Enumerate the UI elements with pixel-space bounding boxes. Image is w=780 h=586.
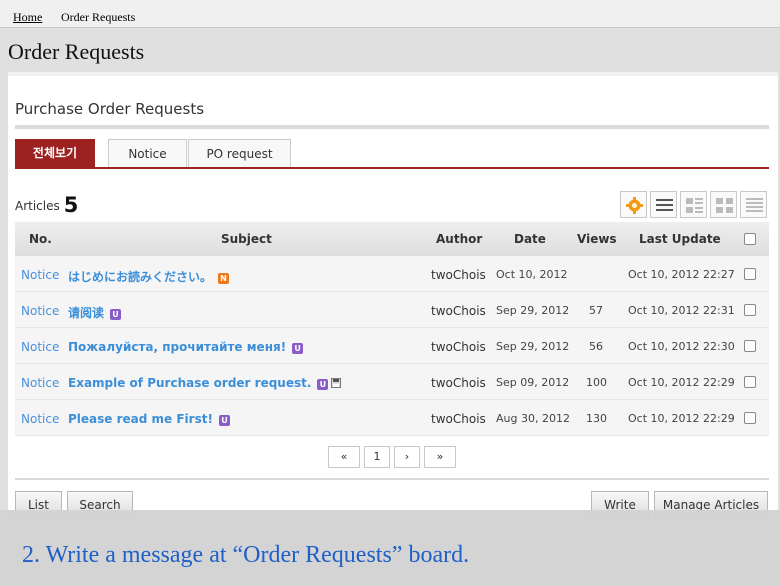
tab-underline: [15, 167, 769, 169]
row-checkbox[interactable]: [744, 376, 756, 388]
select-all-checkbox[interactable]: [744, 233, 756, 245]
row-notice-label[interactable]: Notice: [21, 340, 59, 354]
breadcrumb-home-link[interactable]: Home: [13, 10, 42, 25]
breadcrumb: Home Order Requests: [0, 0, 780, 28]
row-author[interactable]: twoChois: [431, 304, 486, 318]
table-row: Notice はじめにお読みください。 N twoChois Oct 10, 20…: [15, 256, 769, 292]
settings-button[interactable]: [620, 191, 647, 218]
row-date: Aug 30, 2012: [496, 412, 570, 425]
row-subject-link[interactable]: はじめにお読みください。 N: [68, 268, 230, 285]
header-subject: Subject: [221, 232, 272, 246]
tab-po-request[interactable]: PO request: [188, 139, 291, 168]
list-view-button[interactable]: [650, 191, 677, 218]
row-author[interactable]: twoChois: [431, 268, 486, 282]
gear-icon: [626, 197, 643, 214]
row-views: 100: [586, 376, 607, 389]
row-notice-label[interactable]: Notice: [21, 304, 59, 318]
updated-badge-icon: U: [292, 343, 304, 354]
compact-list-icon: [746, 198, 763, 212]
header-author: Author: [436, 232, 483, 246]
updated-badge-icon: U: [218, 415, 230, 426]
footer-divider: [15, 478, 769, 480]
next-page-button[interactable]: ›: [394, 446, 420, 468]
row-author[interactable]: twoChois: [431, 340, 486, 354]
row-date: Sep 29, 2012: [496, 340, 570, 353]
row-subject-link[interactable]: 请阅读 U: [68, 304, 122, 321]
gallery-view-icon: [716, 198, 733, 213]
header-no: No.: [29, 232, 52, 246]
table-header: No. Subject Author Date Views Last Updat…: [15, 222, 769, 256]
updated-badge-icon: U: [110, 309, 122, 320]
header-date: Date: [514, 232, 546, 246]
row-checkbox[interactable]: [744, 268, 756, 280]
articles-label: Articles: [15, 199, 60, 213]
list-view-icon: [656, 199, 673, 211]
table-row: Notice Please read me First! U twoChois A…: [15, 400, 769, 436]
row-author[interactable]: twoChois: [431, 376, 486, 390]
compact-list-button[interactable]: [740, 191, 767, 218]
row-last-update: Oct 10, 2012 22:30: [628, 340, 735, 353]
header-last-update: Last Update: [639, 232, 721, 246]
row-views: 57: [589, 304, 603, 317]
row-date: Sep 29, 2012: [496, 304, 570, 317]
table-row: Notice 请阅读 U twoChois Sep 29, 2012 57 Oct…: [15, 292, 769, 328]
articles-number: 5: [63, 193, 79, 217]
row-checkbox[interactable]: [744, 412, 756, 424]
page-title: Order Requests: [8, 39, 145, 64]
attachment-icon: [331, 378, 342, 388]
row-last-update: Oct 10, 2012 22:29: [628, 376, 735, 389]
row-subject-link[interactable]: Please read me First! U: [68, 412, 230, 426]
section-title: Purchase Order Requests: [15, 100, 205, 118]
webzine-view-button[interactable]: [680, 191, 707, 218]
first-page-button[interactable]: «: [328, 446, 360, 468]
row-views: 130: [586, 412, 607, 425]
row-last-update: Oct 10, 2012 22:29: [628, 412, 735, 425]
row-subject-link[interactable]: Example of Purchase order request. U: [68, 376, 342, 390]
table-row: Notice Пожалуйста, прочитайте меня! U two…: [15, 328, 769, 364]
last-page-button[interactable]: »: [424, 446, 456, 468]
row-date: Oct 10, 2012: [496, 268, 568, 281]
webzine-view-icon: [686, 198, 703, 213]
row-subject-link[interactable]: Пожалуйста, прочитайте меня! U: [68, 340, 304, 354]
row-last-update: Oct 10, 2012 22:27: [628, 268, 735, 281]
row-last-update: Oct 10, 2012 22:31: [628, 304, 735, 317]
row-views: 56: [589, 340, 603, 353]
section-divider: [15, 125, 769, 129]
new-badge-icon: N: [218, 273, 230, 284]
row-author[interactable]: twoChois: [431, 412, 486, 426]
table-row: Notice Example of Purchase order request…: [15, 364, 769, 400]
header-views: Views: [577, 232, 617, 246]
page-number-button[interactable]: 1: [364, 446, 390, 468]
tab-notice[interactable]: Notice: [108, 139, 187, 168]
row-checkbox[interactable]: [744, 340, 756, 352]
tab-view-all[interactable]: 전체보기: [15, 139, 95, 168]
row-notice-label[interactable]: Notice: [21, 412, 59, 426]
breadcrumb-current: Order Requests: [61, 10, 136, 24]
row-notice-label[interactable]: Notice: [21, 268, 59, 282]
instruction-caption: 2. Write a message at “Order Requests” b…: [22, 542, 470, 568]
row-date: Sep 09, 2012: [496, 376, 570, 389]
row-checkbox[interactable]: [744, 304, 756, 316]
gallery-view-button[interactable]: [710, 191, 737, 218]
articles-count: Articles 5: [15, 193, 78, 217]
row-notice-label[interactable]: Notice: [21, 376, 59, 390]
updated-badge-icon: U: [317, 379, 329, 390]
